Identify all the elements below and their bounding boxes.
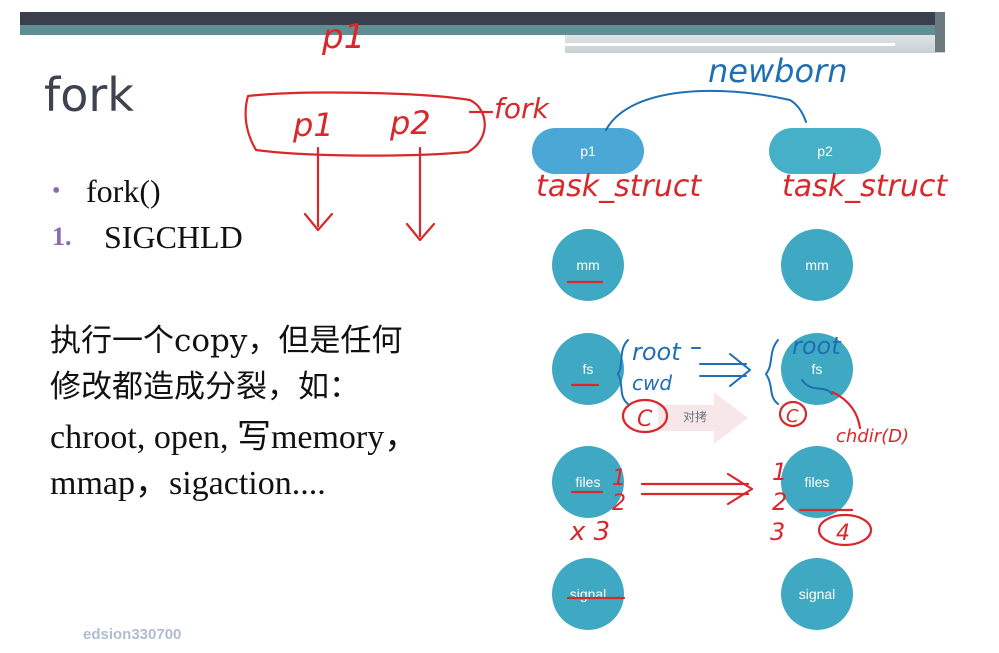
node-parent-p1: p1 <box>532 128 644 174</box>
numbered-item: 1. SIGCHLD <box>52 214 243 260</box>
fs-copy-arrow <box>699 353 751 387</box>
node-fs-left: fs <box>552 333 624 405</box>
bullet-item: • fork() <box>52 168 243 214</box>
label-box-p2: p2 <box>389 104 431 142</box>
top-bar-teal <box>20 25 945 35</box>
watermark: edsion330700 <box>83 626 182 643</box>
bullet-text: fork() <box>86 172 161 209</box>
circle-4 <box>817 513 873 547</box>
files-copy-arrow <box>640 472 754 506</box>
circle-c-right <box>778 400 808 428</box>
label-c-right: C <box>786 406 799 427</box>
top-bar-highlight <box>565 43 895 46</box>
top-bar-dark <box>20 12 945 25</box>
numbered-text: SIGCHLD <box>104 218 243 255</box>
label-fork: fork <box>494 92 551 125</box>
node-signal-left: signal <box>552 558 624 630</box>
label-task-struct-right: task_struct <box>782 169 948 204</box>
node-fs-right: fs <box>781 333 853 405</box>
bullet-marker: • <box>52 177 61 204</box>
node-mm-right: mm <box>781 229 853 301</box>
node-mm-left: mm <box>552 229 624 301</box>
label-four: 4 <box>836 521 850 546</box>
process-box <box>244 91 486 157</box>
label-newborn: newborn <box>708 52 847 90</box>
label-cwd: cwd <box>632 371 672 395</box>
newborn-arc <box>605 89 807 131</box>
label-box-p1: p1 <box>292 106 334 144</box>
label-files-right-3: 3 <box>770 518 785 546</box>
paragraph-examples: chroot, open, 写memory， mmap，sigaction...… <box>50 419 419 502</box>
slide-title: fork <box>44 68 134 122</box>
label-task-struct-left: task_struct <box>536 169 702 204</box>
label-c-left: C <box>637 407 653 432</box>
node-files-left: files <box>552 446 624 518</box>
brace-right <box>765 339 779 405</box>
number-marker: 1. <box>52 222 72 251</box>
node-signal-right: signal <box>781 558 853 630</box>
label-root: root <box>632 338 682 366</box>
bullet-list: • fork() 1. SIGCHLD <box>52 168 243 260</box>
paragraph-cn: 执行一个copy，但是任何 修改都造成分裂，如： <box>50 323 403 405</box>
corner-tab <box>935 12 945 52</box>
label-chdir: chdir(D) <box>836 426 909 447</box>
node-files-right: files <box>781 446 853 518</box>
down-arrow-p2 <box>405 146 436 242</box>
node-child-p2: p2 <box>769 128 881 174</box>
label-x3: x 3 <box>569 517 610 547</box>
down-arrow-p1 <box>303 146 334 232</box>
copy-label: 对拷 <box>683 410 708 424</box>
